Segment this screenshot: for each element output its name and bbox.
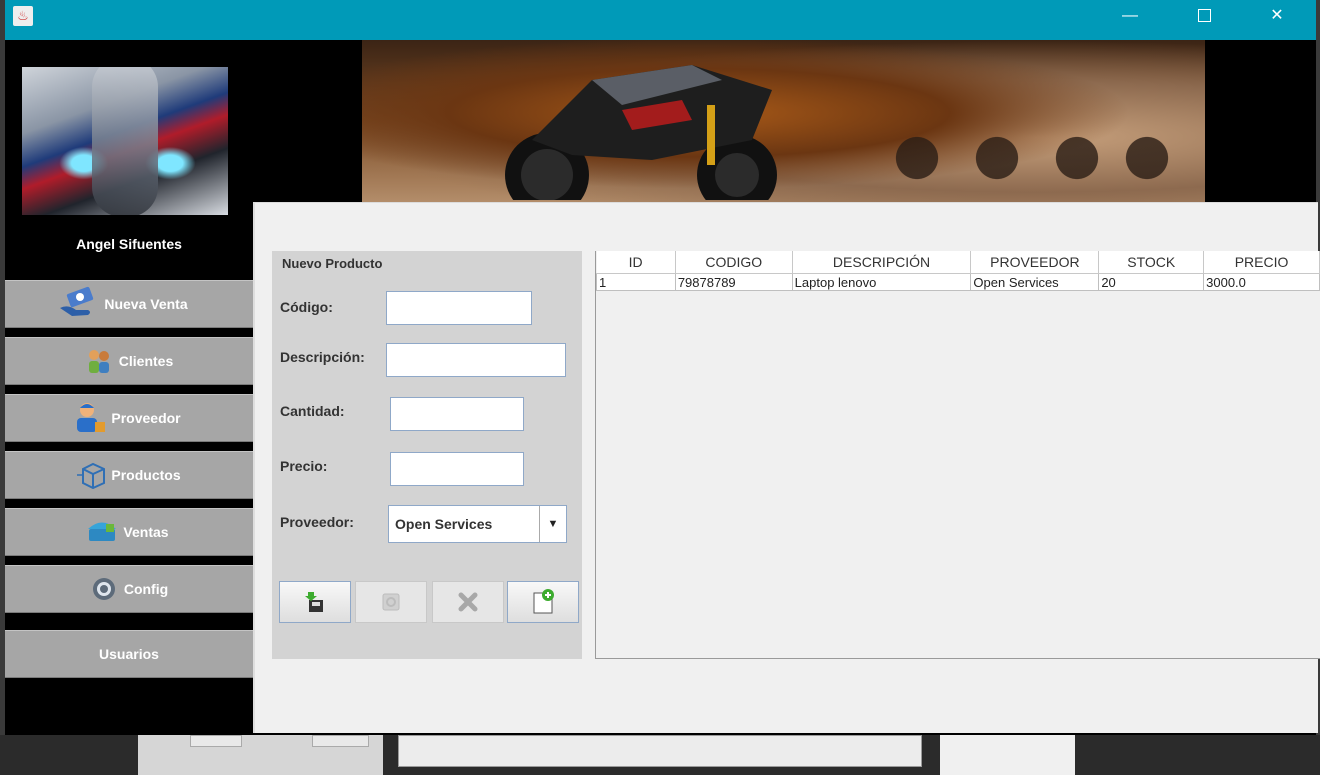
table-cell[interactable]: 3000.0 [1203,273,1320,291]
background-window-panel [940,735,1075,775]
background-window-button [312,735,369,747]
nav-label: Usuarios [99,646,159,662]
codigo-label: Código: [280,299,333,315]
background-motorcycle [882,110,952,190]
nav-clientes-button[interactable]: Clientes [5,337,253,385]
column-header-id[interactable]: ID [596,251,676,274]
edit-icon [382,593,400,611]
column-header-precio[interactable]: PRECIO [1203,251,1320,274]
nav-config-button[interactable]: Config [5,565,253,613]
new-product-button[interactable] [507,581,579,623]
user-name: Angel Sifuentes [76,236,182,252]
table-cell[interactable]: Laptop lenovo [791,273,972,291]
nav-label: Ventas [123,524,169,540]
save-button[interactable] [279,581,351,623]
edit-button[interactable] [355,581,427,623]
table-cell[interactable]: 20 [1098,273,1205,291]
table-header-row: ID CODIGO DESCRIPCIÓN PROVEEDOR STOCK PR… [596,251,1320,274]
column-header-descripcion[interactable]: DESCRIPCIÓN [792,251,972,274]
nav-proveedor-button[interactable]: Proveedor [5,394,253,442]
precio-label: Precio: [280,458,328,474]
nav-ventas-button[interactable]: Ventas [5,508,253,556]
nav-nueva-venta-button[interactable]: Nueva Venta [5,280,253,328]
sidebar: Angel Sifuentes Nueva Venta Clientes Pro… [5,40,253,735]
delete-button[interactable] [432,581,504,623]
motorcycle-image [505,65,777,200]
close-button[interactable]: ✕ [1254,0,1300,32]
panel-title: Nuevo Producto [282,256,383,271]
nav-label: Nueva Venta [104,296,188,312]
table-cell[interactable]: 79878789 [674,273,793,291]
minimize-button[interactable]: — [1107,0,1153,32]
background-window-button [190,735,242,747]
nav-productos-button[interactable]: Productos [5,451,253,499]
column-header-proveedor[interactable]: PROVEEDOR [970,251,1100,274]
products-table-grid: ID CODIGO DESCRIPCIÓN PROVEEDOR STOCK PR… [596,251,1320,291]
background-motorcycle [1112,110,1182,190]
codigo-input[interactable] [386,291,532,325]
banner-image [362,40,1205,202]
proveedor-label: Proveedor: [280,514,354,530]
nav-label: Config [123,581,169,597]
proveedor-selected-value: Open Services [395,516,493,532]
descripcion-label: Descripción: [280,349,365,365]
nav-label: Productos [111,467,181,483]
title-bar: ♨ — ✕ [5,0,1316,40]
column-header-codigo[interactable]: CODIGO [675,251,793,274]
new-document-icon [533,589,554,614]
product-form-panel: Nuevo Producto Código: Descripción: Cant… [272,251,582,659]
proveedor-select[interactable]: Open Services ▼ [388,505,567,543]
cantidad-label: Cantidad: [280,403,345,419]
people-icon [85,347,113,375]
nav-label: Proveedor [111,410,181,426]
box-icon [77,461,106,490]
nav-label: Clientes [118,353,174,369]
main-content: Nuevo Producto Código: Descripción: Cant… [253,202,1320,733]
delete-icon [458,592,478,612]
app-window: ♨ — ✕ Angel Sifuentes Nueva Venta Client… [5,0,1320,735]
java-app-icon: ♨ [13,6,33,26]
background-window-box [398,735,922,767]
table-cell[interactable]: 1 [596,273,676,291]
table-cell[interactable]: Open Services [970,273,1100,291]
background-motorcycle [1042,110,1112,190]
avatar [22,67,228,215]
basket-icon [88,518,117,546]
gear-icon [90,575,118,603]
column-header-stock[interactable]: STOCK [1098,251,1205,274]
maximize-button[interactable] [1181,0,1227,32]
chevron-down-icon[interactable]: ▼ [539,506,566,542]
background-motorcycle [962,110,1032,190]
supplier-worker-icon [77,403,106,432]
precio-input[interactable] [390,452,524,486]
descripcion-input[interactable] [386,343,566,377]
table-row[interactable]: 1 79878789 Laptop lenovo Open Services 2… [596,273,1320,291]
save-icon [305,592,323,612]
hand-money-icon [60,286,98,318]
nav-usuarios-button[interactable]: Usuarios [5,630,253,678]
cantidad-input[interactable] [390,397,524,431]
products-table[interactable]: ID CODIGO DESCRIPCIÓN PROVEEDOR STOCK PR… [595,251,1320,659]
